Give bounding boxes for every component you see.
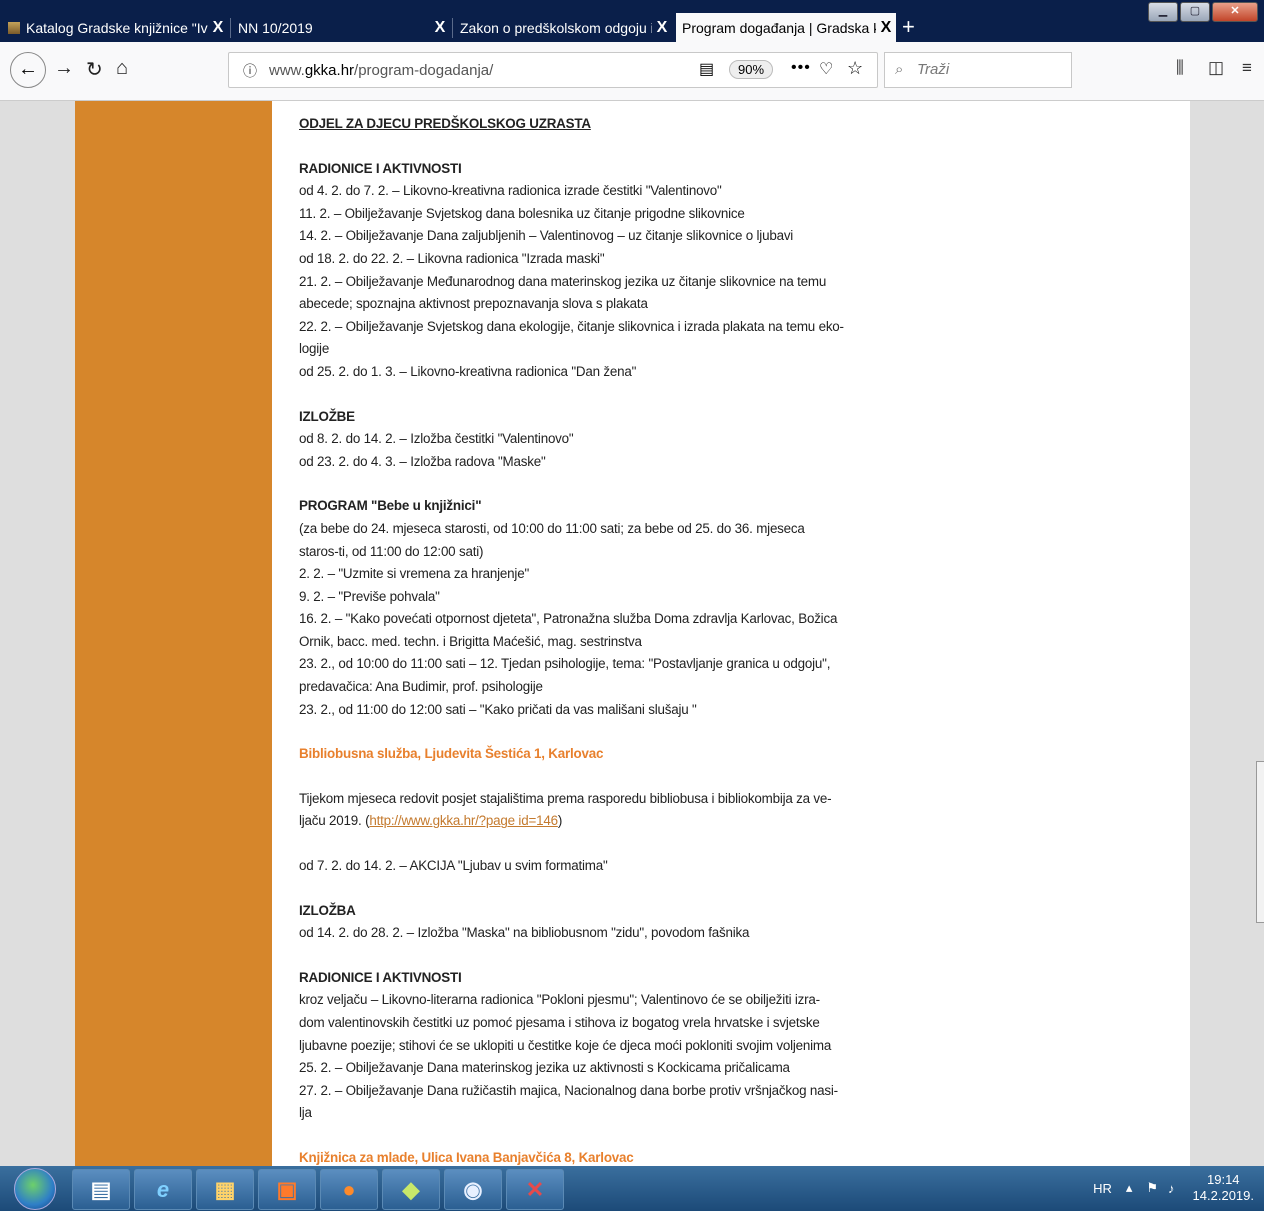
list-item: od 8. 2. do 14. 2. – Izložba čestitki "V… [299,431,574,447]
internet-explorer-icon[interactable]: e [134,1169,192,1210]
section-title: ODJEL ZA DJECU PREDŠKOLSKOG UZRASTA [299,116,591,131]
scrollbar-thumb[interactable] [1256,761,1264,923]
tab-nn[interactable]: NN 10/2019 X [232,13,450,42]
maximize-button[interactable]: ▢ [1180,2,1210,22]
list-item: 11. 2. – Obilježavanje Svjetskog dana bo… [299,205,745,221]
start-button[interactable] [14,1168,56,1210]
list-item: 23. 2., od 11:00 do 12:00 sati – "Kako p… [299,701,697,717]
tab-title: Katalog Gradske knjižnice "Ivan [26,19,208,36]
close-tab-icon[interactable]: X [208,19,228,37]
akcija-text: od 7. 2. do 14. 2. – AKCIJA "Ljubav u sv… [299,858,608,874]
close-tab-icon[interactable]: X [430,19,450,37]
document-app-icon[interactable]: ▤ [72,1169,130,1210]
pocket-icon[interactable]: ♡ [819,59,833,79]
list-item: 27. 2. – Obilježavanje Dana ružičastih m… [299,1082,838,1121]
list-item: 2. 2. – "Uzmite si vremena za hranjenje" [299,566,529,582]
clock[interactable]: 19:14 14.2.2019. [1193,1172,1254,1204]
tab-program[interactable]: Program događanja | Gradska knjiž X [676,13,896,42]
library-icon[interactable]: ⫼ [1176,58,1184,78]
menu-icon[interactable]: ≡ [1242,58,1252,78]
url-bar[interactable]: ⓘ www.gkka.hr/program-dogadanja/ ▤ 90% •… [228,52,878,88]
home-button[interactable]: ⌂ [116,57,128,80]
list-item: 16. 2. – "Kako povećati otpornost djetet… [299,611,838,649]
list-item: 23. 2., od 10:00 do 11:00 sati – 12. Tje… [299,656,831,695]
notes-app-icon[interactable]: ◆ [382,1169,440,1210]
tab-bar: Katalog Gradske knjižnice "Ivan X NN 10/… [0,0,1264,42]
back-button[interactable]: ← [10,52,46,88]
article: ODJEL ZA DJECU PREDŠKOLSKOG UZRASTA RADI… [299,113,844,1166]
clock-time: 19:14 [1207,1172,1240,1187]
list-item: kroz veljaču – Likovno-literarna radioni… [299,992,832,1053]
list-item: 22. 2. – Obilježavanje Svjetskog dana ek… [299,318,844,357]
sidebar-icon[interactable]: ◫ [1208,58,1224,78]
close-tab-icon[interactable]: X [876,19,896,37]
bookmark-star-icon[interactable]: ☆ [847,58,863,79]
reload-button[interactable]: ↻ [86,57,103,82]
bibliobus-intro: Tijekom mjeseca redovit posjet stajališt… [299,790,832,829]
site-info-icon[interactable]: ⓘ [243,61,257,81]
list-item: (za bebe do 24. mjeseca starosti, od 10:… [299,520,805,559]
bebe-heading: PROGRAM "Bebe u knjižnici" [299,498,482,514]
window-controls: ▁ ▢ ✕ [1146,2,1258,22]
izlozba-heading: IZLOŽBA [299,902,356,918]
action-center-flag-icon[interactable]: ⚑ [1146,1180,1158,1196]
close-tab-icon[interactable]: X [652,19,672,37]
tab-title: Program događanja | Gradska knjiž [682,19,876,36]
forward-button[interactable]: → [54,57,74,80]
taskbar: ▤ e ▦ ▣ ● ◆ ◉ ✕ HR ▴ ⚑ ♪ 19:14 14.2.2019… [0,1166,1264,1211]
zaki-app-icon[interactable]: ✕ [506,1169,564,1210]
list-item: od 25. 2. do 1. 3. – Likovno-kreativna r… [299,363,637,379]
list-item: od 14. 2. do 28. 2. – Izložba "Maska" na… [299,925,750,941]
tab-title: Zakon o predškolskom odgoju i na [460,19,652,36]
list-item: od 4. 2. do 7. 2. – Likovno-kreativna ra… [299,183,722,199]
tray-expand-icon[interactable]: ▴ [1126,1180,1133,1196]
firefox-icon[interactable]: ● [320,1169,378,1210]
page-viewport: ODJEL ZA DJECU PREDŠKOLSKOG UZRASTA RADI… [0,101,1264,1166]
zoom-level[interactable]: 90% [729,60,774,79]
bibliobus-heading: Bibliobusna služba, Ljudevita Šestića 1,… [299,746,604,762]
clock-date: 14.2.2019. [1192,1188,1254,1203]
file-explorer-icon[interactable]: ▦ [196,1169,254,1210]
tab-katalog[interactable]: Katalog Gradske knjižnice "Ivan X [0,13,228,42]
volume-icon[interactable]: ♪ [1168,1181,1175,1196]
tab-separator [452,18,453,38]
url-text: www.gkka.hr/program-dogadanja/ [269,62,494,79]
system-tray: HR ▴ ⚑ ♪ 19:14 14.2.2019. [1093,1172,1254,1204]
library-favicon-icon [8,21,20,34]
office-app-icon[interactable]: ▣ [258,1169,316,1210]
tab-zakon[interactable]: Zakon o predškolskom odgoju i na X [454,13,672,42]
close-window-button[interactable]: ✕ [1212,2,1258,22]
list-item: 25. 2. – Obilježavanje Dana materinskog … [299,1060,790,1076]
search-input[interactable]: Traži [917,61,949,78]
page-actions-icon[interactable]: ••• [791,59,811,77]
search-bar[interactable]: ⌕ Traži [884,52,1072,88]
izlozbe-heading: IZLOŽBE [299,408,355,424]
orange-sidebar [75,101,272,1166]
list-item: od 18. 2. do 22. 2. – Likovna radionica … [299,250,605,266]
messenger-app-icon[interactable]: ◉ [444,1169,502,1210]
search-icon: ⌕ [895,61,904,78]
new-tab-button[interactable]: + [902,14,915,40]
bibliobus-schedule-link[interactable]: http://www.gkka.hr/?page id=146 [369,813,558,828]
tab-separator [230,18,231,38]
radionice-heading: RADIONICE I AKTIVNOSTI [299,160,462,176]
language-indicator[interactable]: HR [1093,1181,1112,1196]
list-item: 21. 2. – Obilježavanje Međunarodnog dana… [299,273,827,312]
tab-title: NN 10/2019 [238,19,313,36]
list-item: 14. 2. – Obilježavanje Dana zaljubljenih… [299,228,794,244]
next-section-heading: Knjižnica za mlade, Ulica Ivana Banjavči… [299,1149,634,1165]
list-item: od 23. 2. do 4. 3. – Izložba radova "Mas… [299,453,546,469]
nav-bar: ← → ↻ ⌂ ⓘ www.gkka.hr/program-dogadanja/… [0,42,1264,101]
reader-view-icon[interactable]: ▤ [699,59,714,79]
radionice2-heading: RADIONICE I AKTIVNOSTI [299,969,462,985]
list-item: 9. 2. – "Previše pohvala" [299,588,440,604]
minimize-button[interactable]: ▁ [1148,2,1178,22]
